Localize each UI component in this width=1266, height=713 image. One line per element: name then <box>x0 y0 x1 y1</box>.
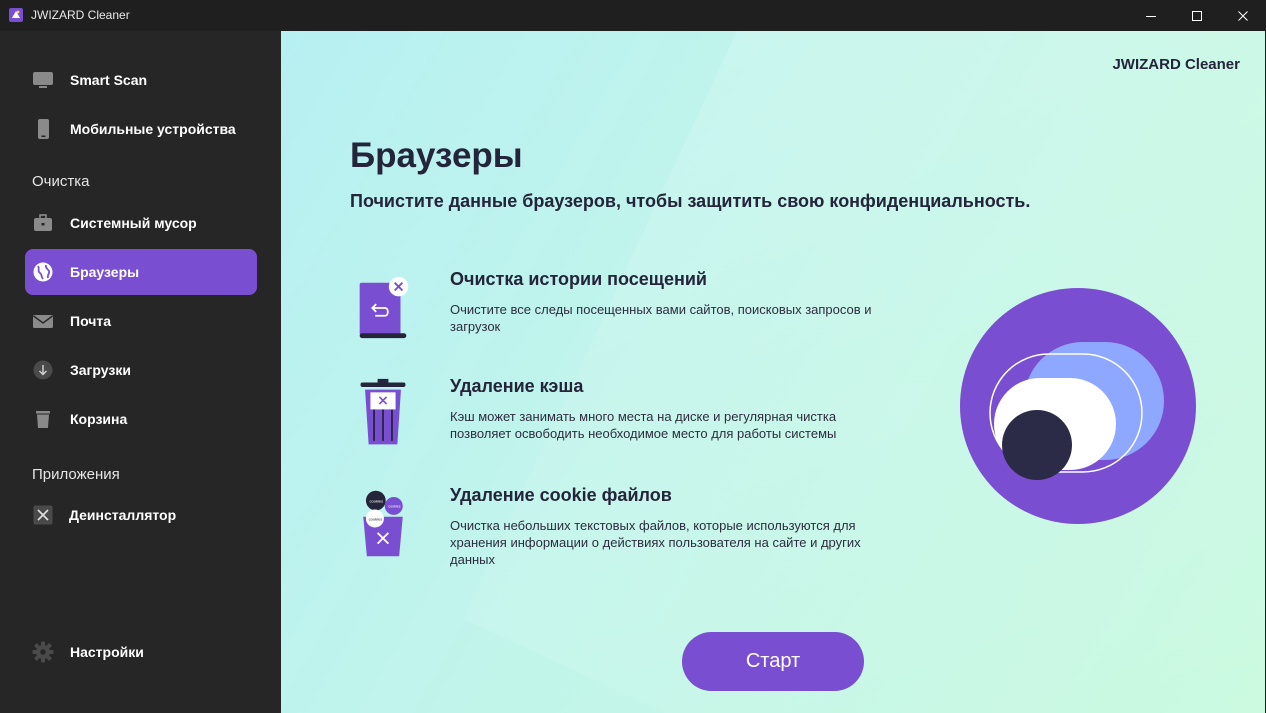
sidebar-item-mobile-devices[interactable]: Мобильные устройства <box>25 106 257 152</box>
sidebar-item-label: Корзина <box>70 411 128 427</box>
cookie-label: cookies <box>388 505 400 509</box>
phone-icon <box>32 118 54 140</box>
sidebar-item-mail[interactable]: Почта <box>25 298 257 344</box>
brand-label: JWIZARD Cleaner <box>1112 56 1240 73</box>
mail-icon <box>32 310 54 332</box>
main-panel: JWIZARD Cleaner Браузеры Почистите данны… <box>281 31 1265 713</box>
page-title: Браузеры <box>350 136 523 175</box>
title-bar: JWIZARD Cleaner <box>0 0 1266 31</box>
sidebar-item-uninstaller[interactable]: Деинсталлятор <box>25 492 257 538</box>
window-title: JWIZARD Cleaner <box>31 8 130 22</box>
sidebar-item-smart-scan[interactable]: Smart Scan <box>25 57 257 103</box>
browser-illustration <box>960 288 1196 524</box>
minimize-icon <box>1146 15 1156 17</box>
gear-icon <box>32 641 54 663</box>
sidebar-item-browsers[interactable]: Браузеры <box>25 249 257 295</box>
app-logo-icon <box>9 8 23 22</box>
sidebar-item-downloads[interactable]: Загрузки <box>25 347 257 393</box>
feature-desc-cookies: Очистка небольших текстовых файлов, кото… <box>450 518 861 567</box>
sidebar-item-label: Smart Scan <box>70 72 148 88</box>
start-button[interactable]: Старт <box>682 632 864 691</box>
feature-title-cookies: Удаление cookie файлов <box>450 485 672 505</box>
close-button[interactable] <box>1220 0 1266 31</box>
maximize-button[interactable] <box>1174 0 1220 31</box>
globe-icon <box>32 261 54 283</box>
trash-icon <box>32 408 54 430</box>
briefcase-icon <box>32 212 54 234</box>
sidebar-item-settings[interactable]: Настройки <box>25 629 257 675</box>
cookie-label: cookies <box>369 516 383 521</box>
maximize-icon <box>1192 10 1202 21</box>
sidebar-item-label: Загрузки <box>70 362 131 378</box>
sidebar-item-label: Настройки <box>70 644 144 660</box>
feature-title-history: Очистка истории посещений <box>450 269 707 289</box>
minimize-button[interactable] <box>1128 0 1174 31</box>
close-icon <box>1238 10 1248 21</box>
history-book-icon <box>359 276 409 339</box>
sidebar: Smart Scan Мобильные устройства Очистка … <box>0 31 281 713</box>
sidebar-item-recycle-bin[interactable]: Корзина <box>25 396 257 442</box>
sidebar-item-label: Браузеры <box>70 264 140 280</box>
sidebar-item-label: Мобильные устройства <box>70 121 236 137</box>
section-label-cleaning: Очистка <box>32 173 90 190</box>
feature-desc-history: Очистите все следы посещенных вами сайто… <box>450 302 872 334</box>
section-label-apps: Приложения <box>32 466 120 483</box>
sidebar-item-label: Системный мусор <box>70 215 197 231</box>
cookie-label: cookies <box>370 498 384 503</box>
sidebar-item-label: Деинсталлятор <box>69 507 177 523</box>
uninstall-icon <box>32 504 54 526</box>
feature-title-cache: Удаление кэша <box>450 376 584 396</box>
page-subtitle: Почистите данные браузеров, чтобы защити… <box>350 191 1031 211</box>
monitor-icon <box>32 69 54 91</box>
download-icon <box>32 359 54 381</box>
cookie-bin-icon: cookies cookies cookies <box>363 490 403 557</box>
cache-trash-icon <box>360 378 406 445</box>
feature-desc-cache: Кэш может занимать много места на диске … <box>450 409 837 441</box>
sidebar-item-system-junk[interactable]: Системный мусор <box>25 200 257 246</box>
sidebar-item-label: Почта <box>70 313 112 329</box>
